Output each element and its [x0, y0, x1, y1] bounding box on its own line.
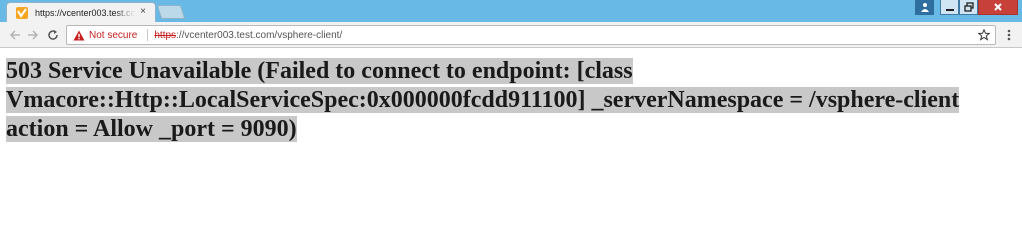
url-path: ://vcenter003.test.com/vsphere-client/: [176, 29, 343, 41]
url-scheme: https: [154, 29, 177, 41]
browser-title-bar: https://vcenter003.test.com/vsphere-clie…: [0, 0, 1022, 22]
restore-icon[interactable]: [959, 0, 978, 15]
back-arrow-icon[interactable]: [6, 26, 24, 44]
window-controls: [915, 0, 1018, 15]
browser-toolbar: Not secure https://vcenter003.test.com/v…: [0, 22, 1022, 48]
security-status-label[interactable]: Not secure: [89, 30, 137, 41]
omnibox-divider: [147, 29, 149, 41]
user-icon[interactable]: [915, 0, 934, 15]
close-icon[interactable]: [978, 0, 1018, 15]
new-tab-button[interactable]: [156, 5, 186, 19]
error-heading-line: 503 Service Unavailable (Failed to conne…: [6, 58, 633, 84]
kebab-menu-icon[interactable]: [1001, 26, 1017, 44]
star-icon[interactable]: [977, 28, 991, 42]
warning-icon[interactable]: [73, 30, 85, 41]
error-heading-line: Vmacore::Http::LocalServiceSpec:0x000000…: [6, 87, 960, 113]
tab-title: https://vcenter003.test.com/vsphere-clie…: [35, 7, 135, 18]
browser-tab[interactable]: https://vcenter003.test.com/vsphere-clie…: [6, 2, 156, 22]
error-heading-line: action = Allow _port = 9090): [6, 116, 297, 142]
url-text[interactable]: https://vcenter003.test.com/vsphere-clie…: [154, 30, 342, 41]
tab-close-icon[interactable]: ×: [137, 6, 149, 18]
page-content: 503 Service Unavailable (Failed to conne…: [0, 49, 1022, 209]
address-bar[interactable]: Not secure https://vcenter003.test.com/v…: [66, 25, 996, 45]
error-heading: 503 Service Unavailable (Failed to conne…: [6, 57, 986, 144]
minimize-icon[interactable]: [940, 0, 959, 15]
forward-arrow-icon[interactable]: [24, 26, 42, 44]
vsphere-favicon-icon: [16, 6, 28, 19]
reload-icon[interactable]: [44, 26, 62, 44]
